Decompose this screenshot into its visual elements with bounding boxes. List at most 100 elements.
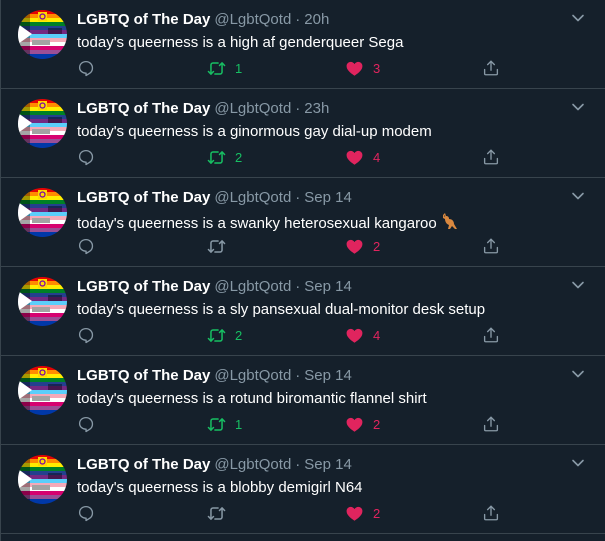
- tweet[interactable]: LGBTQ of The Day @LgbtQotd · Sep 14 today's…: [1, 178, 605, 267]
- timestamp[interactable]: Sep 14: [304, 189, 352, 206]
- kangaroo-emoji-icon: [442, 213, 457, 229]
- tweet[interactable]: LGBTQ of The Day @LgbtQotd · Sep 14 today's…: [1, 356, 605, 445]
- reply-icon: [78, 149, 94, 166]
- retweet-count: 2: [235, 149, 243, 165]
- avatar[interactable]: [18, 99, 67, 148]
- user-handle[interactable]: @LgbtQotd: [214, 189, 291, 206]
- tweet-text-content: today's queerness is a ginormous gay dia…: [77, 123, 432, 140]
- avatar[interactable]: [18, 455, 67, 504]
- avatar[interactable]: [18, 10, 67, 59]
- heart-icon: [346, 506, 363, 521]
- reply-button[interactable]: [77, 236, 95, 256]
- share-button[interactable]: [482, 503, 500, 523]
- display-name[interactable]: LGBTQ of The Day: [77, 456, 210, 473]
- retweet-button[interactable]: 1: [207, 414, 242, 434]
- retweet-button[interactable]: 1: [207, 58, 242, 78]
- reply-icon: [78, 327, 94, 344]
- retweet-button[interactable]: 2: [207, 325, 242, 345]
- share-icon: [483, 416, 499, 432]
- separator-dot: ·: [295, 278, 301, 295]
- tweet-header: LGBTQ of The Day @LgbtQotd · Sep 14: [77, 367, 352, 385]
- chevron-down-icon[interactable]: [571, 278, 585, 292]
- tweet-text-content: today's queerness is a high af genderque…: [77, 34, 404, 51]
- tweet-text: today's queerness is a ginormous gay dia…: [77, 122, 432, 141]
- pride-flags-avatar-icon: [18, 188, 67, 237]
- tweet[interactable]: LGBTQ of The Day @LgbtQotd · 20h today's qu…: [1, 0, 605, 89]
- share-button[interactable]: [482, 236, 500, 256]
- timestamp[interactable]: Sep 14: [304, 367, 352, 384]
- tweet-actions: 2 4: [77, 325, 517, 345]
- like-button[interactable]: 2: [345, 503, 380, 523]
- retweet-button[interactable]: 2: [207, 147, 242, 167]
- display-name[interactable]: LGBTQ of The Day: [77, 367, 210, 384]
- like-button[interactable]: 4: [345, 325, 380, 345]
- separator-dot: ·: [295, 189, 301, 206]
- share-button[interactable]: [482, 58, 500, 78]
- like-button[interactable]: 3: [345, 58, 380, 78]
- tweet-actions: 1 3: [77, 58, 517, 78]
- display-name[interactable]: LGBTQ of The Day: [77, 189, 210, 206]
- tweet[interactable]: LGBTQ of The Day @LgbtQotd · 23h today's qu…: [1, 89, 605, 178]
- tweet-text: today's queerness is a swanky heterosexu…: [77, 211, 460, 236]
- tweet-text: today's queerness is a sly pansexual dua…: [77, 300, 485, 319]
- pride-flags-avatar-icon: [18, 455, 67, 504]
- timestamp[interactable]: 23h: [304, 100, 329, 117]
- tweet-header: LGBTQ of The Day @LgbtQotd · Sep 14: [77, 456, 352, 474]
- share-button[interactable]: [482, 325, 500, 345]
- chevron-down-icon[interactable]: [571, 11, 585, 25]
- user-handle[interactable]: @LgbtQotd: [214, 456, 291, 473]
- pride-flags-avatar-icon: [18, 277, 67, 326]
- like-button[interactable]: 2: [345, 236, 380, 256]
- heart-icon: [346, 328, 363, 343]
- tweet[interactable]: LGBTQ of The Day @LgbtQotd · Sep 14 today's…: [1, 267, 605, 356]
- retweet-count: 1: [235, 60, 243, 76]
- chevron-down-icon[interactable]: [571, 100, 585, 114]
- chevron-down-icon[interactable]: [571, 367, 585, 381]
- chevron-down-icon[interactable]: [571, 189, 585, 203]
- tweet-text-content: today's queerness is a rotund biromantic…: [77, 390, 427, 407]
- tweet-actions: 2 4: [77, 147, 517, 167]
- avatar[interactable]: [18, 277, 67, 326]
- separator-dot: ·: [295, 100, 301, 117]
- retweet-button[interactable]: [207, 236, 235, 256]
- tweet-header: LGBTQ of The Day @LgbtQotd · 23h: [77, 100, 329, 118]
- avatar[interactable]: [18, 366, 67, 415]
- user-handle[interactable]: @LgbtQotd: [214, 11, 291, 28]
- reply-button[interactable]: [77, 503, 95, 523]
- timestamp[interactable]: 20h: [304, 11, 329, 28]
- reply-button[interactable]: [77, 414, 95, 434]
- like-button[interactable]: 4: [345, 147, 380, 167]
- tweet-text-content: today's queerness is a blobby demigirl N…: [77, 479, 363, 496]
- separator-dot: ·: [295, 456, 301, 473]
- display-name[interactable]: LGBTQ of The Day: [77, 11, 210, 28]
- retweet-button[interactable]: [207, 503, 235, 523]
- share-button[interactable]: [482, 414, 500, 434]
- like-button[interactable]: 2: [345, 414, 380, 434]
- tweet-header: LGBTQ of The Day @LgbtQotd · Sep 14: [77, 278, 352, 296]
- reply-button[interactable]: [77, 325, 95, 345]
- separator-dot: ·: [295, 11, 301, 28]
- timestamp[interactable]: Sep 14: [304, 278, 352, 295]
- reply-icon: [78, 238, 94, 255]
- retweet-count: 2: [235, 327, 243, 343]
- timestamp[interactable]: Sep 14: [304, 456, 352, 473]
- tweet-text-content: today's queerness is a swanky heterosexu…: [77, 215, 437, 232]
- display-name[interactable]: LGBTQ of The Day: [77, 278, 210, 295]
- separator-dot: ·: [295, 367, 301, 384]
- display-name[interactable]: LGBTQ of The Day: [77, 100, 210, 117]
- avatar[interactable]: [18, 188, 67, 237]
- retweet-icon: [207, 239, 226, 253]
- pride-flags-avatar-icon: [18, 366, 67, 415]
- pride-flags-avatar-icon: [18, 10, 67, 59]
- user-handle[interactable]: @LgbtQotd: [214, 367, 291, 384]
- user-handle[interactable]: @LgbtQotd: [214, 278, 291, 295]
- chevron-down-icon[interactable]: [571, 456, 585, 470]
- share-button[interactable]: [482, 147, 500, 167]
- share-icon: [483, 238, 499, 254]
- reply-button[interactable]: [77, 147, 95, 167]
- reply-icon: [78, 60, 94, 77]
- tweet[interactable]: LGBTQ of The Day @LgbtQotd · Sep 14 today's…: [1, 445, 605, 534]
- retweet-icon: [207, 61, 226, 75]
- user-handle[interactable]: @LgbtQotd: [214, 100, 291, 117]
- reply-button[interactable]: [77, 58, 95, 78]
